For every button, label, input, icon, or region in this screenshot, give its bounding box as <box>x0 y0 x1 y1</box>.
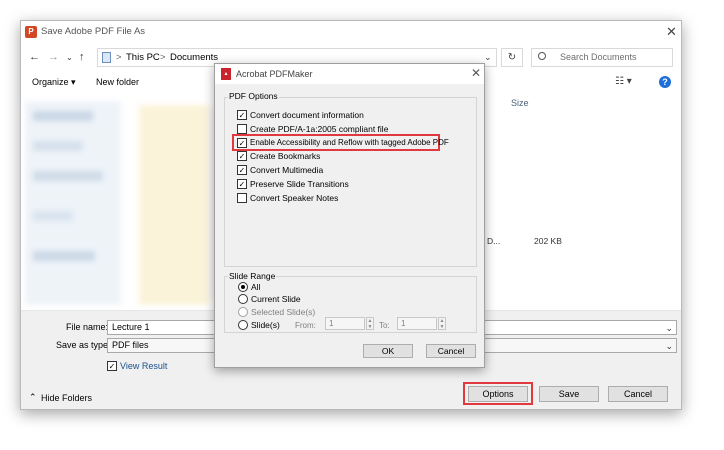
option-label: Convert Multimedia <box>250 165 324 175</box>
up-arrow-icon[interactable]: ↑ <box>79 51 85 63</box>
navigation-pane <box>25 101 121 305</box>
option-label: Convert Speaker Notes <box>250 193 339 203</box>
breadcrumb-this-pc[interactable]: This PC <box>126 52 160 63</box>
view-options-icon[interactable]: ☷ ▾ <box>615 76 632 87</box>
option-enable-accessibility[interactable]: ✓ Enable Accessibility and Reflow with t… <box>237 137 449 149</box>
file-list-blurred <box>139 105 209 305</box>
save-as-type-label: Save as type: <box>56 340 111 350</box>
forward-arrow-icon[interactable]: → <box>48 51 59 63</box>
current-slide-radio[interactable] <box>238 294 248 304</box>
view-result-label[interactable]: View Result <box>120 361 167 371</box>
convert-speaker-notes-checkbox[interactable] <box>237 193 247 203</box>
refresh-button[interactable]: ↻ <box>501 48 523 67</box>
option-label: Preserve Slide Transitions <box>250 179 349 189</box>
breadcrumb-documents[interactable]: Documents <box>170 52 218 63</box>
selected-slides-label: Selected Slide(s) <box>251 307 316 317</box>
search-placeholder: Search Documents <box>560 52 637 62</box>
create-pdfa-checkbox[interactable] <box>237 124 247 134</box>
current-slide-label[interactable]: Current Slide <box>251 294 301 304</box>
enable-accessibility-checkbox[interactable]: ✓ <box>237 138 247 148</box>
to-spinner-icon[interactable]: ▲ ▼ <box>438 317 446 330</box>
size-column-header[interactable]: Size <box>511 98 529 108</box>
file-name-label: File name: <box>66 322 109 332</box>
convert-document-information-checkbox[interactable]: ✓ <box>237 110 247 120</box>
file-name-chevron-icon[interactable]: ⌄ <box>665 323 673 334</box>
option-create-bookmarks[interactable]: ✓ Create Bookmarks <box>237 150 467 162</box>
option-label: Convert document information <box>250 110 364 120</box>
save-dialog-title: Save Adobe PDF File As <box>41 26 146 37</box>
convert-multimedia-checkbox[interactable]: ✓ <box>237 165 247 175</box>
breadcrumb-separator-icon: > <box>116 52 122 63</box>
organize-button[interactable]: Organize ▾ <box>32 77 76 88</box>
slide-range-all-label[interactable]: All <box>251 282 260 292</box>
acrobat-pdf-icon: ▴ <box>221 68 231 80</box>
cancel-button[interactable]: Cancel <box>608 386 668 402</box>
option-label: Create Bookmarks <box>250 151 321 161</box>
file-row-name-fragment[interactable]: D... <box>487 236 500 246</box>
option-label: Enable Accessibility and Reflow with tag… <box>250 138 449 147</box>
option-label: Create PDF/A-1a:2005 compliant file <box>250 124 389 134</box>
option-preserve-slide-transitions[interactable]: ✓ Preserve Slide Transitions <box>237 178 467 190</box>
pdfmaker-cancel-button[interactable]: Cancel <box>426 344 476 358</box>
search-input[interactable]: Search Documents <box>531 48 673 67</box>
save-as-type-chevron-icon[interactable]: ⌄ <box>665 341 673 352</box>
powerpoint-app-icon: P <box>25 26 37 38</box>
file-name-value: Lecture 1 <box>112 322 150 332</box>
to-label: To: <box>379 321 390 330</box>
slides-range-label[interactable]: Slide(s) <box>251 320 280 330</box>
address-dropdown-chevron-icon[interactable]: ⌄ <box>484 52 492 63</box>
recent-locations-chevron-icon[interactable]: ⌄ <box>66 52 73 64</box>
option-convert-speaker-notes[interactable]: Convert Speaker Notes <box>237 192 467 204</box>
breadcrumb-separator-icon: > <box>160 52 166 63</box>
pdf-options-title: PDF Options <box>228 91 279 101</box>
option-convert-document-information[interactable]: ✓ Convert document information <box>237 109 467 121</box>
from-input[interactable]: 1 <box>325 317 365 330</box>
slide-range-title: Slide Range <box>228 271 277 281</box>
save-button[interactable]: Save <box>539 386 599 402</box>
pdfmaker-close-icon[interactable]: ✕ <box>471 67 481 80</box>
from-label: From: <box>295 321 316 330</box>
hide-folders-chevron-icon[interactable]: ⌃ <box>29 392 37 403</box>
new-folder-button[interactable]: New folder <box>96 77 139 87</box>
help-icon[interactable]: ? <box>659 76 671 88</box>
preserve-slide-transitions-checkbox[interactable]: ✓ <box>237 179 247 189</box>
slide-range-all-radio[interactable] <box>238 282 248 292</box>
options-button[interactable]: Options <box>468 386 528 402</box>
selected-slides-radio <box>238 307 248 317</box>
view-result-checkbox[interactable]: ✓ <box>107 361 117 371</box>
option-convert-multimedia[interactable]: ✓ Convert Multimedia <box>237 164 467 176</box>
from-spinner-icon[interactable]: ▲ ▼ <box>366 317 374 330</box>
save-as-type-value: PDF files <box>112 340 149 350</box>
close-icon[interactable]: ✕ <box>666 25 677 38</box>
acrobat-pdfmaker-dialog: ▴ Acrobat PDFMaker ✕ PDF Options ✓ Conve… <box>214 63 485 368</box>
hide-folders-button[interactable]: Hide Folders <box>41 393 92 403</box>
create-bookmarks-checkbox[interactable]: ✓ <box>237 151 247 161</box>
slides-range-radio[interactable] <box>238 320 248 330</box>
file-row-size: 202 KB <box>534 236 562 246</box>
search-icon <box>538 52 546 60</box>
ok-button[interactable]: OK <box>363 344 413 358</box>
this-pc-icon <box>102 52 111 63</box>
pdfmaker-title: Acrobat PDFMaker <box>236 69 313 79</box>
pdfmaker-title-bar: ▴ Acrobat PDFMaker ✕ <box>215 64 484 84</box>
back-arrow-icon[interactable]: ← <box>29 51 40 63</box>
to-input[interactable]: 1 <box>397 317 437 330</box>
